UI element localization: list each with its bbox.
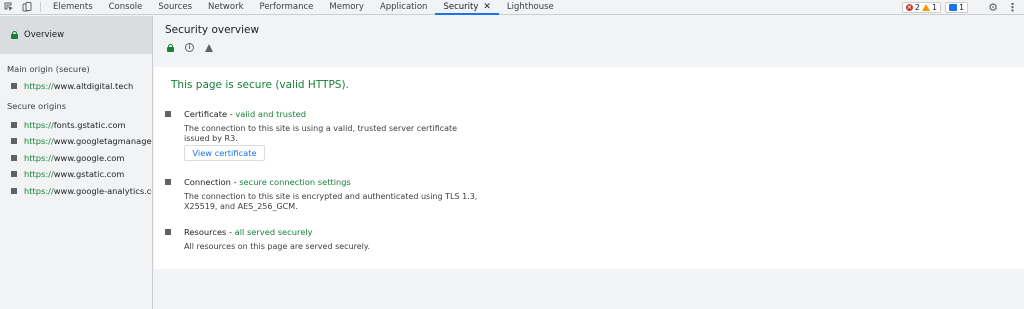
tab-performance[interactable]: Performance <box>252 0 322 14</box>
tab-security[interactable]: Security ✕ <box>435 0 500 15</box>
page-title: Security overview <box>165 24 260 36</box>
resources-title: Resources - all served securely <box>184 227 313 237</box>
section-status: valid and trusted <box>235 109 306 119</box>
tab-label: Sources <box>158 2 192 12</box>
origin-scheme: https:// <box>24 152 54 163</box>
section-label: Resources - <box>184 227 235 237</box>
tab-application[interactable]: Application <box>372 0 436 14</box>
lock-icon <box>167 43 174 52</box>
tab-memory[interactable]: Memory <box>321 0 372 14</box>
resources-description: All resources on this page are served se… <box>184 242 371 251</box>
security-summary-card: This page is secure (valid HTTPS). Certi… <box>154 67 1024 269</box>
tab-label: Application <box>379 2 428 12</box>
origin-scheme: https:// <box>24 81 54 92</box>
origin-icon <box>11 121 17 128</box>
origin-icon <box>11 138 17 145</box>
tab-label: Memory <box>329 2 364 12</box>
security-sidebar: Overview Main origin (secure) https://ww… <box>0 16 153 309</box>
origin-scheme: https:// <box>24 136 54 147</box>
certificate-title: Certificate - valid and trusted <box>184 109 306 119</box>
bullet-icon <box>165 179 171 185</box>
main-origin-heading: Main origin (secure) <box>7 64 90 74</box>
tab-label: Network <box>208 2 244 12</box>
lock-icon <box>11 31 18 39</box>
device-toolbar-icon[interactable] <box>18 0 36 14</box>
messages-counter[interactable]: 1 <box>945 1 969 13</box>
inspect-element-icon[interactable] <box>0 0 18 14</box>
origin-scheme: https:// <box>24 169 54 180</box>
close-icon[interactable]: ✕ <box>483 2 491 12</box>
secure-origins-heading: Secure origins <box>7 100 67 111</box>
connection-description: The connection to this site is encrypted… <box>184 192 478 211</box>
sidebar-item-main-origin[interactable]: https://www.altdigital.tech <box>0 78 152 95</box>
sidebar-item-origin[interactable]: https://www.google.com <box>0 150 152 167</box>
tab-lighthouse[interactable]: Lighthouse <box>499 0 562 14</box>
sidebar-item-origin[interactable]: https://www.gstatic.com <box>0 166 152 183</box>
section-label: Certificate - <box>184 109 236 119</box>
sidebar-item-origin[interactable]: https://www.google-analytics.com <box>0 183 152 200</box>
section-status: secure connection settings <box>239 177 351 187</box>
tab-elements[interactable]: Elements <box>45 0 101 14</box>
view-certificate-button[interactable]: View certificate <box>184 145 265 161</box>
origin-host: fonts.gstatic.com <box>53 119 126 130</box>
legend-icons: i <box>165 43 1024 52</box>
issues-counter[interactable]: × 2 1 <box>901 1 942 13</box>
tab-network[interactable]: Network <box>200 0 252 14</box>
origin-scheme: https:// <box>24 119 54 130</box>
origin-icon <box>11 154 17 161</box>
origin-host: www.google.com <box>53 152 125 163</box>
security-summary: This page is secure (valid HTTPS). <box>171 79 349 91</box>
more-options-icon[interactable]: ⋮ <box>1005 1 1020 14</box>
section-label: Connection - <box>184 177 240 187</box>
toolbar-right: × 2 1 1 ⚙ ⋮ <box>901 0 1024 14</box>
warning-icon <box>921 3 930 11</box>
sidebar-item-origin[interactable]: https://www.googletagmanager.com <box>0 133 152 150</box>
message-count: 1 <box>959 2 965 12</box>
gear-icon[interactable]: ⚙ <box>985 1 1001 14</box>
origin-host: www.googletagmanager.com <box>53 136 152 147</box>
tab-label: Lighthouse <box>506 2 554 12</box>
tab-sources[interactable]: Sources <box>150 0 200 14</box>
sidebar-item-overview[interactable]: Overview <box>0 16 152 54</box>
sidebar-item-origin[interactable]: https://fonts.gstatic.com <box>0 117 152 134</box>
warning-count: 1 <box>931 2 938 12</box>
tab-label: Elements <box>53 2 93 12</box>
tab-label: Console <box>108 2 143 12</box>
origin-host: www.altdigital.tech <box>53 81 134 92</box>
toolbar-divider <box>40 2 41 12</box>
overview-header: Security overview i <box>154 16 1024 67</box>
resources-section: Resources - all served securely All reso… <box>165 227 485 257</box>
origin-icon <box>11 187 17 194</box>
security-overview-panel: Security overview i This page is secure … <box>154 16 1024 309</box>
error-icon: × <box>905 3 913 11</box>
warning-icon <box>205 43 213 52</box>
message-icon <box>949 3 958 11</box>
sidebar-item-label: Overview <box>24 30 65 40</box>
origin-icon <box>11 83 17 90</box>
origin-host: www.google-analytics.com <box>53 185 152 196</box>
info-icon: i <box>185 43 194 52</box>
certificate-description: The connection to this site is using a v… <box>184 124 458 143</box>
devtools-toolbar: Elements Console Sources Network Perform… <box>0 0 1024 15</box>
bullet-icon <box>165 111 171 117</box>
origin-host: www.gstatic.com <box>53 169 125 180</box>
origin-scheme: https:// <box>24 185 54 196</box>
bullet-icon <box>165 229 171 235</box>
error-count: 2 <box>914 2 920 12</box>
connection-title: Connection - secure connection settings <box>184 177 351 187</box>
tab-console[interactable]: Console <box>101 0 151 14</box>
tab-label: Performance <box>259 2 314 12</box>
certificate-section: Certificate - valid and trusted The conn… <box>165 109 485 165</box>
tab-label: Security <box>443 2 479 12</box>
section-status: all served securely <box>234 227 313 237</box>
origin-icon <box>11 171 17 178</box>
connection-section: Connection - secure connection settings … <box>165 177 485 213</box>
